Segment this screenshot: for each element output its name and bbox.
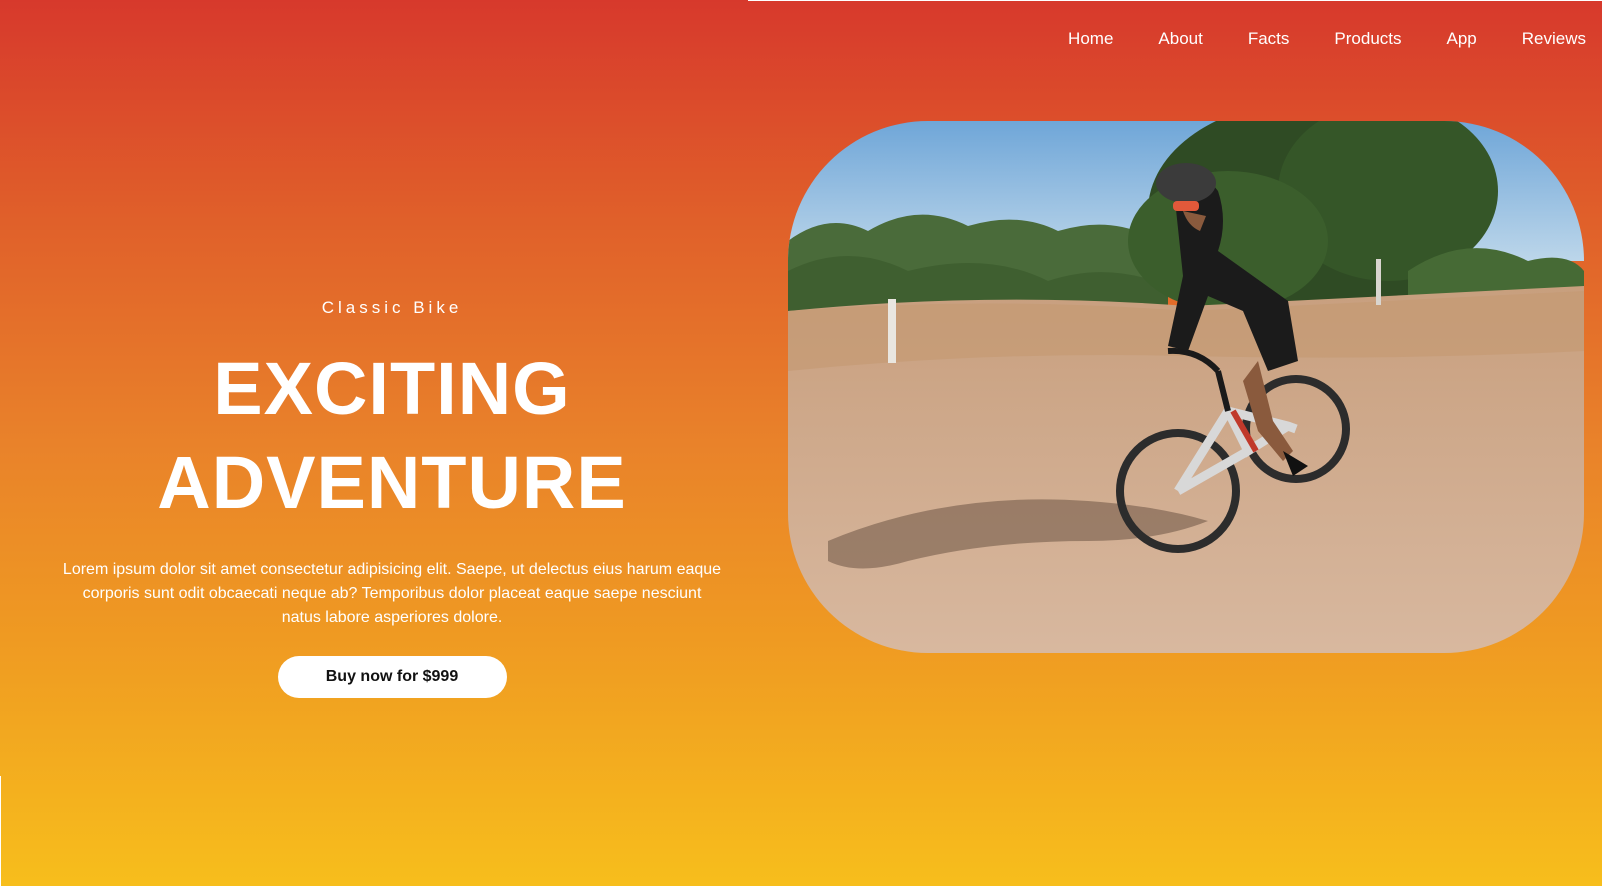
- nav-about[interactable]: About: [1158, 26, 1202, 52]
- top-edge: [748, 0, 1602, 1]
- main-nav: Home About Facts Products App Reviews: [1068, 26, 1586, 52]
- nav-reviews[interactable]: Reviews: [1522, 26, 1586, 52]
- hero-eyebrow: Classic Bike: [321, 298, 463, 317]
- hero-content: Classic Bike EXCITING ADVENTURE Lorem ip…: [60, 296, 724, 698]
- hero-headline-line1: EXCITING: [213, 347, 571, 430]
- nav-facts[interactable]: Facts: [1248, 26, 1290, 52]
- cyclist-photo-illustration: [788, 121, 1584, 653]
- left-edge: [0, 776, 1, 886]
- nav-home[interactable]: Home: [1068, 26, 1113, 52]
- hero-headline-line2: ADVENTURE: [157, 441, 627, 524]
- hero-description: Lorem ipsum dolor sit amet consectetur a…: [62, 561, 722, 626]
- hero-headline: EXCITING ADVENTURE: [60, 342, 724, 530]
- nav-app[interactable]: App: [1447, 26, 1477, 52]
- buy-now-button[interactable]: Buy now for $999: [277, 656, 507, 698]
- cyclist-photo: [788, 121, 1584, 653]
- nav-products[interactable]: Products: [1334, 26, 1401, 52]
